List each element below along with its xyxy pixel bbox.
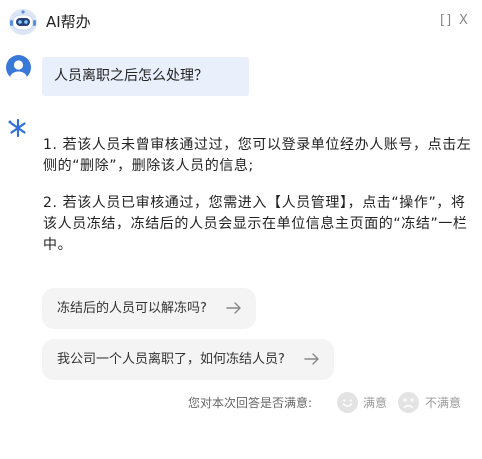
answer-paragraph: 1. 若该人员未曾审核通过过，您可以登录单位经办人账号，点击左侧的“删除”，删除… bbox=[43, 137, 472, 174]
ai-answer: 1. 若该人员未曾审核通过过，您可以登录单位经办人账号，点击左侧的“删除”，删除… bbox=[43, 135, 473, 256]
feedback-question: 您对本次回答是否满意: bbox=[188, 396, 313, 410]
frown-face-icon[interactable] bbox=[398, 392, 419, 413]
user-message: 人员离职之后怎么处理？ bbox=[42, 57, 249, 96]
maximize-button[interactable]: [] bbox=[440, 13, 452, 29]
user-avatar-icon bbox=[6, 55, 31, 80]
answer-paragraph: 2. 若该人员已审核通过，您需进入【人员管理】，点击“操作”，将该人员冻结，冻结… bbox=[43, 195, 468, 253]
close-button[interactable]: X bbox=[459, 13, 468, 29]
header-bar: AI帮办 [] X bbox=[0, 0, 482, 44]
arrow-right-icon bbox=[226, 302, 241, 314]
arrow-right-icon bbox=[304, 353, 319, 365]
suggestion-chip[interactable]: 冻结后的人员可以解冻吗? bbox=[42, 288, 256, 329]
satisfied-button[interactable]: 满意 bbox=[363, 395, 387, 411]
suggestion-text: 冻结后的人员可以解冻吗? bbox=[57, 301, 207, 316]
app-title: AI帮办 bbox=[46, 13, 91, 31]
smile-face-icon[interactable] bbox=[337, 392, 358, 413]
suggestion-chip[interactable]: 我公司一个人员离职了，如何冻结人员? bbox=[42, 339, 334, 380]
robot-assistant-icon bbox=[9, 9, 37, 35]
suggestion-text: 我公司一个人员离职了，如何冻结人员? bbox=[57, 352, 285, 367]
ai-sparkle-icon bbox=[8, 118, 26, 138]
unsatisfied-button[interactable]: 不满意 bbox=[425, 395, 461, 411]
